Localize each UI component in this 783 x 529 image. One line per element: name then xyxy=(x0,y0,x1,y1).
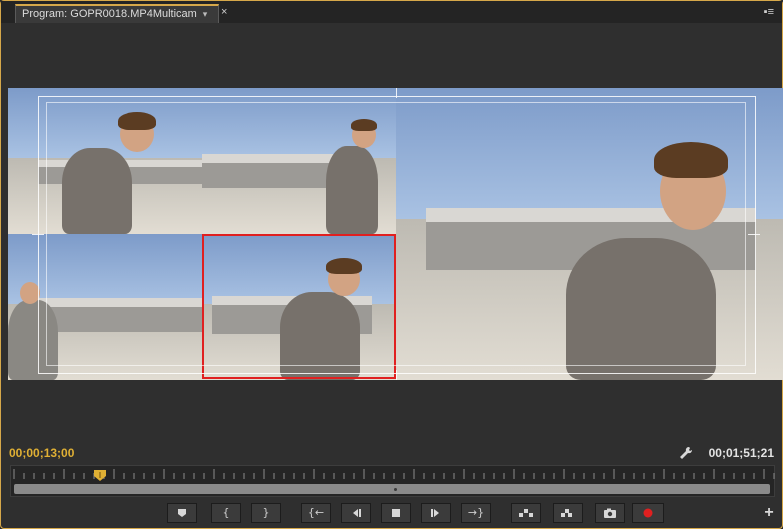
mark-out-button[interactable]: } xyxy=(251,503,281,523)
center-marker-left xyxy=(32,234,44,235)
program-monitor-tab[interactable]: Program: GOPR0018.MP4Multicam ▾ xyxy=(15,4,219,23)
panel-tab-bar: Program: GOPR0018.MP4Multicam ▾ × ▪≡ xyxy=(1,1,782,23)
stop-button[interactable] xyxy=(381,503,411,523)
step-forward-icon xyxy=(431,509,439,517)
center-marker-top xyxy=(396,88,397,98)
record-button[interactable] xyxy=(632,503,664,523)
current-timecode[interactable]: 00;00;13;00 xyxy=(9,446,74,460)
mark-in-icon: { xyxy=(222,506,230,519)
tab-dropdown-icon[interactable]: ▾ xyxy=(198,7,212,21)
stop-icon xyxy=(392,509,400,517)
multicam-viewer[interactable] xyxy=(8,88,783,380)
marker-icon xyxy=(178,509,186,517)
wrench-icon[interactable] xyxy=(678,445,694,461)
camera-icon xyxy=(604,508,616,518)
person-head xyxy=(20,282,40,304)
step-back-icon xyxy=(353,509,361,517)
close-tab-icon[interactable]: × xyxy=(221,7,231,18)
playhead-icon[interactable] xyxy=(94,470,106,481)
extract-icon xyxy=(561,509,572,517)
lift-icon xyxy=(519,509,533,517)
add-marker-button[interactable] xyxy=(167,503,197,523)
button-editor-add-icon[interactable]: + xyxy=(762,505,776,521)
lift-button[interactable] xyxy=(511,503,541,523)
mark-in-button[interactable]: { xyxy=(211,503,241,523)
zoom-scroll-bar[interactable] xyxy=(14,484,770,494)
record-icon xyxy=(643,508,653,518)
panel-menu-icon[interactable]: ▪≡ xyxy=(764,6,774,18)
step-forward-button[interactable] xyxy=(421,503,451,523)
go-to-out-button[interactable]: →} xyxy=(461,503,491,523)
title-safe-guide xyxy=(46,102,746,366)
scroll-bar-grip[interactable] xyxy=(394,488,397,491)
extract-button[interactable] xyxy=(553,503,583,523)
go-to-in-button[interactable]: {← xyxy=(301,503,331,523)
step-back-button[interactable] xyxy=(341,503,371,523)
go-to-in-icon: {← xyxy=(307,506,325,519)
go-to-out-icon: →} xyxy=(467,506,485,519)
center-marker-bottom xyxy=(396,370,397,380)
export-frame-button[interactable] xyxy=(595,503,625,523)
mark-out-icon: } xyxy=(262,506,270,519)
duration-timecode: 00;01;51;21 xyxy=(708,446,774,460)
ruler-ticks xyxy=(13,469,775,479)
program-tab-label: Program: GOPR0018.MP4Multicam xyxy=(22,8,197,20)
center-marker-right xyxy=(748,234,760,235)
